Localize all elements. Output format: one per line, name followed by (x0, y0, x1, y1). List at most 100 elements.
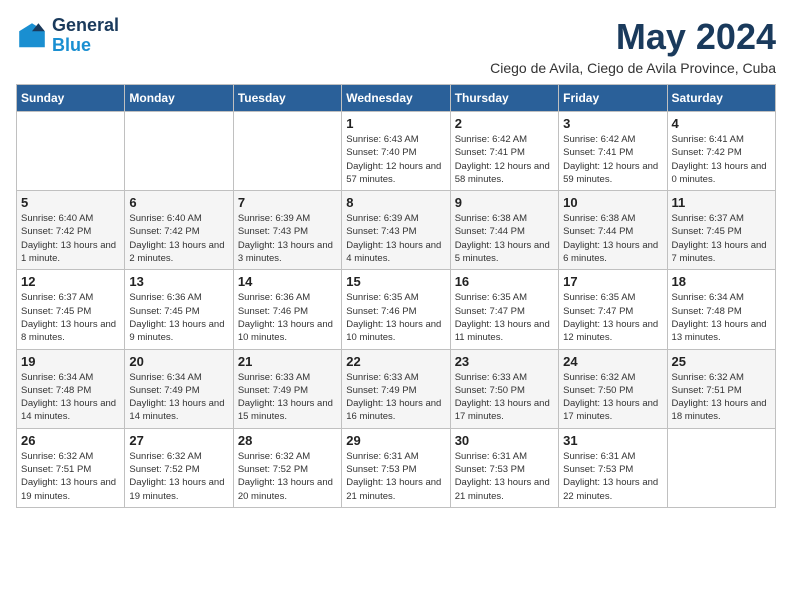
day-info: Sunrise: 6:32 AM Sunset: 7:51 PM Dayligh… (672, 371, 771, 424)
day-number: 22 (346, 354, 445, 369)
day-info: Sunrise: 6:36 AM Sunset: 7:46 PM Dayligh… (238, 291, 337, 344)
day-number: 12 (21, 274, 120, 289)
calendar-cell: 22 Sunrise: 6:33 AM Sunset: 7:49 PM Dayli… (342, 349, 450, 428)
month-title: May 2024 (490, 16, 776, 58)
calendar-cell: 16Sunrise: 6:35 AM Sunset: 7:47 PM Dayli… (450, 270, 558, 349)
day-number: 23 (455, 354, 554, 369)
day-info: Sunrise: 6:39 AM Sunset: 7:43 PM Dayligh… (346, 212, 445, 265)
day-info: Sunrise: 6:39 AM Sunset: 7:43 PM Dayligh… (238, 212, 337, 265)
day-number: 7 (238, 195, 337, 210)
day-number: 11 (672, 195, 771, 210)
calendar-cell: 31 Sunrise: 6:31 AM Sunset: 7:53 PM Dayli… (559, 428, 667, 507)
calendar-cell: 7 Sunrise: 6:39 AM Sunset: 7:43 PM Daylig… (233, 191, 341, 270)
day-number: 2 (455, 116, 554, 131)
day-number: 30 (455, 433, 554, 448)
day-number: 28 (238, 433, 337, 448)
calendar-week-2: 5 Sunrise: 6:40 AM Sunset: 7:42 PM Daylig… (17, 191, 776, 270)
day-number: 21 (238, 354, 337, 369)
calendar-cell: 23 Sunrise: 6:33 AM Sunset: 7:50 PM Dayli… (450, 349, 558, 428)
day-number: 24 (563, 354, 662, 369)
calendar-cell: 13Sunrise: 6:36 AM Sunset: 7:45 PM Dayli… (125, 270, 233, 349)
day-info: Sunrise: 6:41 AM Sunset: 7:42 PM Dayligh… (672, 133, 771, 186)
calendar-table: SundayMondayTuesdayWednesdayThursdayFrid… (16, 84, 776, 508)
calendar-cell: 1Sunrise: 6:43 AM Sunset: 7:40 PM Daylig… (342, 112, 450, 191)
day-number: 4 (672, 116, 771, 131)
calendar-cell (667, 428, 775, 507)
day-info: Sunrise: 6:31 AM Sunset: 7:53 PM Dayligh… (346, 450, 445, 503)
calendar-cell (233, 112, 341, 191)
calendar-cell: 12Sunrise: 6:37 AM Sunset: 7:45 PM Dayli… (17, 270, 125, 349)
day-number: 15 (346, 274, 445, 289)
calendar-cell: 6 Sunrise: 6:40 AM Sunset: 7:42 PM Daylig… (125, 191, 233, 270)
calendar-cell: 3 Sunrise: 6:42 AM Sunset: 7:41 PM Daylig… (559, 112, 667, 191)
logo-icon (16, 20, 48, 52)
calendar-header-tuesday: Tuesday (233, 85, 341, 112)
day-number: 29 (346, 433, 445, 448)
day-info: Sunrise: 6:33 AM Sunset: 7:50 PM Dayligh… (455, 371, 554, 424)
day-number: 13 (129, 274, 228, 289)
day-number: 9 (455, 195, 554, 210)
day-info: Sunrise: 6:37 AM Sunset: 7:45 PM Dayligh… (672, 212, 771, 265)
location: Ciego de Avila, Ciego de Avila Province,… (490, 60, 776, 76)
day-number: 20 (129, 354, 228, 369)
day-number: 5 (21, 195, 120, 210)
day-info: Sunrise: 6:31 AM Sunset: 7:53 PM Dayligh… (563, 450, 662, 503)
calendar-cell: 30 Sunrise: 6:31 AM Sunset: 7:53 PM Dayli… (450, 428, 558, 507)
day-info: Sunrise: 6:32 AM Sunset: 7:52 PM Dayligh… (129, 450, 228, 503)
day-info: Sunrise: 6:32 AM Sunset: 7:51 PM Dayligh… (21, 450, 120, 503)
calendar-cell: 19 Sunrise: 6:34 AM Sunset: 7:48 PM Dayli… (17, 349, 125, 428)
day-number: 27 (129, 433, 228, 448)
day-info: Sunrise: 6:34 AM Sunset: 7:48 PM Dayligh… (21, 371, 120, 424)
day-info: Sunrise: 6:32 AM Sunset: 7:52 PM Dayligh… (238, 450, 337, 503)
day-number: 17 (563, 274, 662, 289)
day-number: 26 (21, 433, 120, 448)
calendar-cell: 14Sunrise: 6:36 AM Sunset: 7:46 PM Dayli… (233, 270, 341, 349)
day-number: 18 (672, 274, 771, 289)
calendar-cell: 25 Sunrise: 6:32 AM Sunset: 7:51 PM Dayli… (667, 349, 775, 428)
day-number: 19 (21, 354, 120, 369)
day-info: Sunrise: 6:31 AM Sunset: 7:53 PM Dayligh… (455, 450, 554, 503)
title-block: May 2024 Ciego de Avila, Ciego de Avila … (490, 16, 776, 76)
calendar-header-thursday: Thursday (450, 85, 558, 112)
day-number: 1 (346, 116, 445, 131)
day-number: 25 (672, 354, 771, 369)
day-info: Sunrise: 6:34 AM Sunset: 7:49 PM Dayligh… (129, 371, 228, 424)
day-number: 10 (563, 195, 662, 210)
calendar-header-wednesday: Wednesday (342, 85, 450, 112)
calendar-cell: 20 Sunrise: 6:34 AM Sunset: 7:49 PM Dayli… (125, 349, 233, 428)
day-info: Sunrise: 6:34 AM Sunset: 7:48 PM Dayligh… (672, 291, 771, 344)
calendar-cell (17, 112, 125, 191)
calendar-cell: 17Sunrise: 6:35 AM Sunset: 7:47 PM Dayli… (559, 270, 667, 349)
calendar-cell: 5 Sunrise: 6:40 AM Sunset: 7:42 PM Daylig… (17, 191, 125, 270)
calendar-week-1: 1Sunrise: 6:43 AM Sunset: 7:40 PM Daylig… (17, 112, 776, 191)
logo: General Blue (16, 16, 119, 56)
day-info: Sunrise: 6:38 AM Sunset: 7:44 PM Dayligh… (563, 212, 662, 265)
day-number: 8 (346, 195, 445, 210)
day-info: Sunrise: 6:33 AM Sunset: 7:49 PM Dayligh… (346, 371, 445, 424)
calendar-week-3: 12Sunrise: 6:37 AM Sunset: 7:45 PM Dayli… (17, 270, 776, 349)
page-header: General Blue May 2024 Ciego de Avila, Ci… (16, 16, 776, 76)
day-info: Sunrise: 6:40 AM Sunset: 7:42 PM Dayligh… (21, 212, 120, 265)
day-number: 6 (129, 195, 228, 210)
calendar-cell: 21Sunrise: 6:33 AM Sunset: 7:49 PM Dayli… (233, 349, 341, 428)
calendar-cell: 26 Sunrise: 6:32 AM Sunset: 7:51 PM Dayli… (17, 428, 125, 507)
calendar-header-row: SundayMondayTuesdayWednesdayThursdayFrid… (17, 85, 776, 112)
calendar-cell: 9 Sunrise: 6:38 AM Sunset: 7:44 PM Daylig… (450, 191, 558, 270)
day-info: Sunrise: 6:35 AM Sunset: 7:46 PM Dayligh… (346, 291, 445, 344)
calendar-cell: 10 Sunrise: 6:38 AM Sunset: 7:44 PM Dayli… (559, 191, 667, 270)
day-info: Sunrise: 6:35 AM Sunset: 7:47 PM Dayligh… (455, 291, 554, 344)
calendar-cell: 27 Sunrise: 6:32 AM Sunset: 7:52 PM Dayli… (125, 428, 233, 507)
day-info: Sunrise: 6:32 AM Sunset: 7:50 PM Dayligh… (563, 371, 662, 424)
calendar-cell: 15 Sunrise: 6:35 AM Sunset: 7:46 PM Dayli… (342, 270, 450, 349)
day-number: 31 (563, 433, 662, 448)
calendar-cell: 11 Sunrise: 6:37 AM Sunset: 7:45 PM Dayli… (667, 191, 775, 270)
day-number: 3 (563, 116, 662, 131)
day-info: Sunrise: 6:40 AM Sunset: 7:42 PM Dayligh… (129, 212, 228, 265)
calendar-header-monday: Monday (125, 85, 233, 112)
calendar-header-saturday: Saturday (667, 85, 775, 112)
day-info: Sunrise: 6:42 AM Sunset: 7:41 PM Dayligh… (563, 133, 662, 186)
day-info: Sunrise: 6:38 AM Sunset: 7:44 PM Dayligh… (455, 212, 554, 265)
calendar-header-friday: Friday (559, 85, 667, 112)
calendar-cell: 28 Sunrise: 6:32 AM Sunset: 7:52 PM Dayli… (233, 428, 341, 507)
calendar-week-5: 26 Sunrise: 6:32 AM Sunset: 7:51 PM Dayli… (17, 428, 776, 507)
